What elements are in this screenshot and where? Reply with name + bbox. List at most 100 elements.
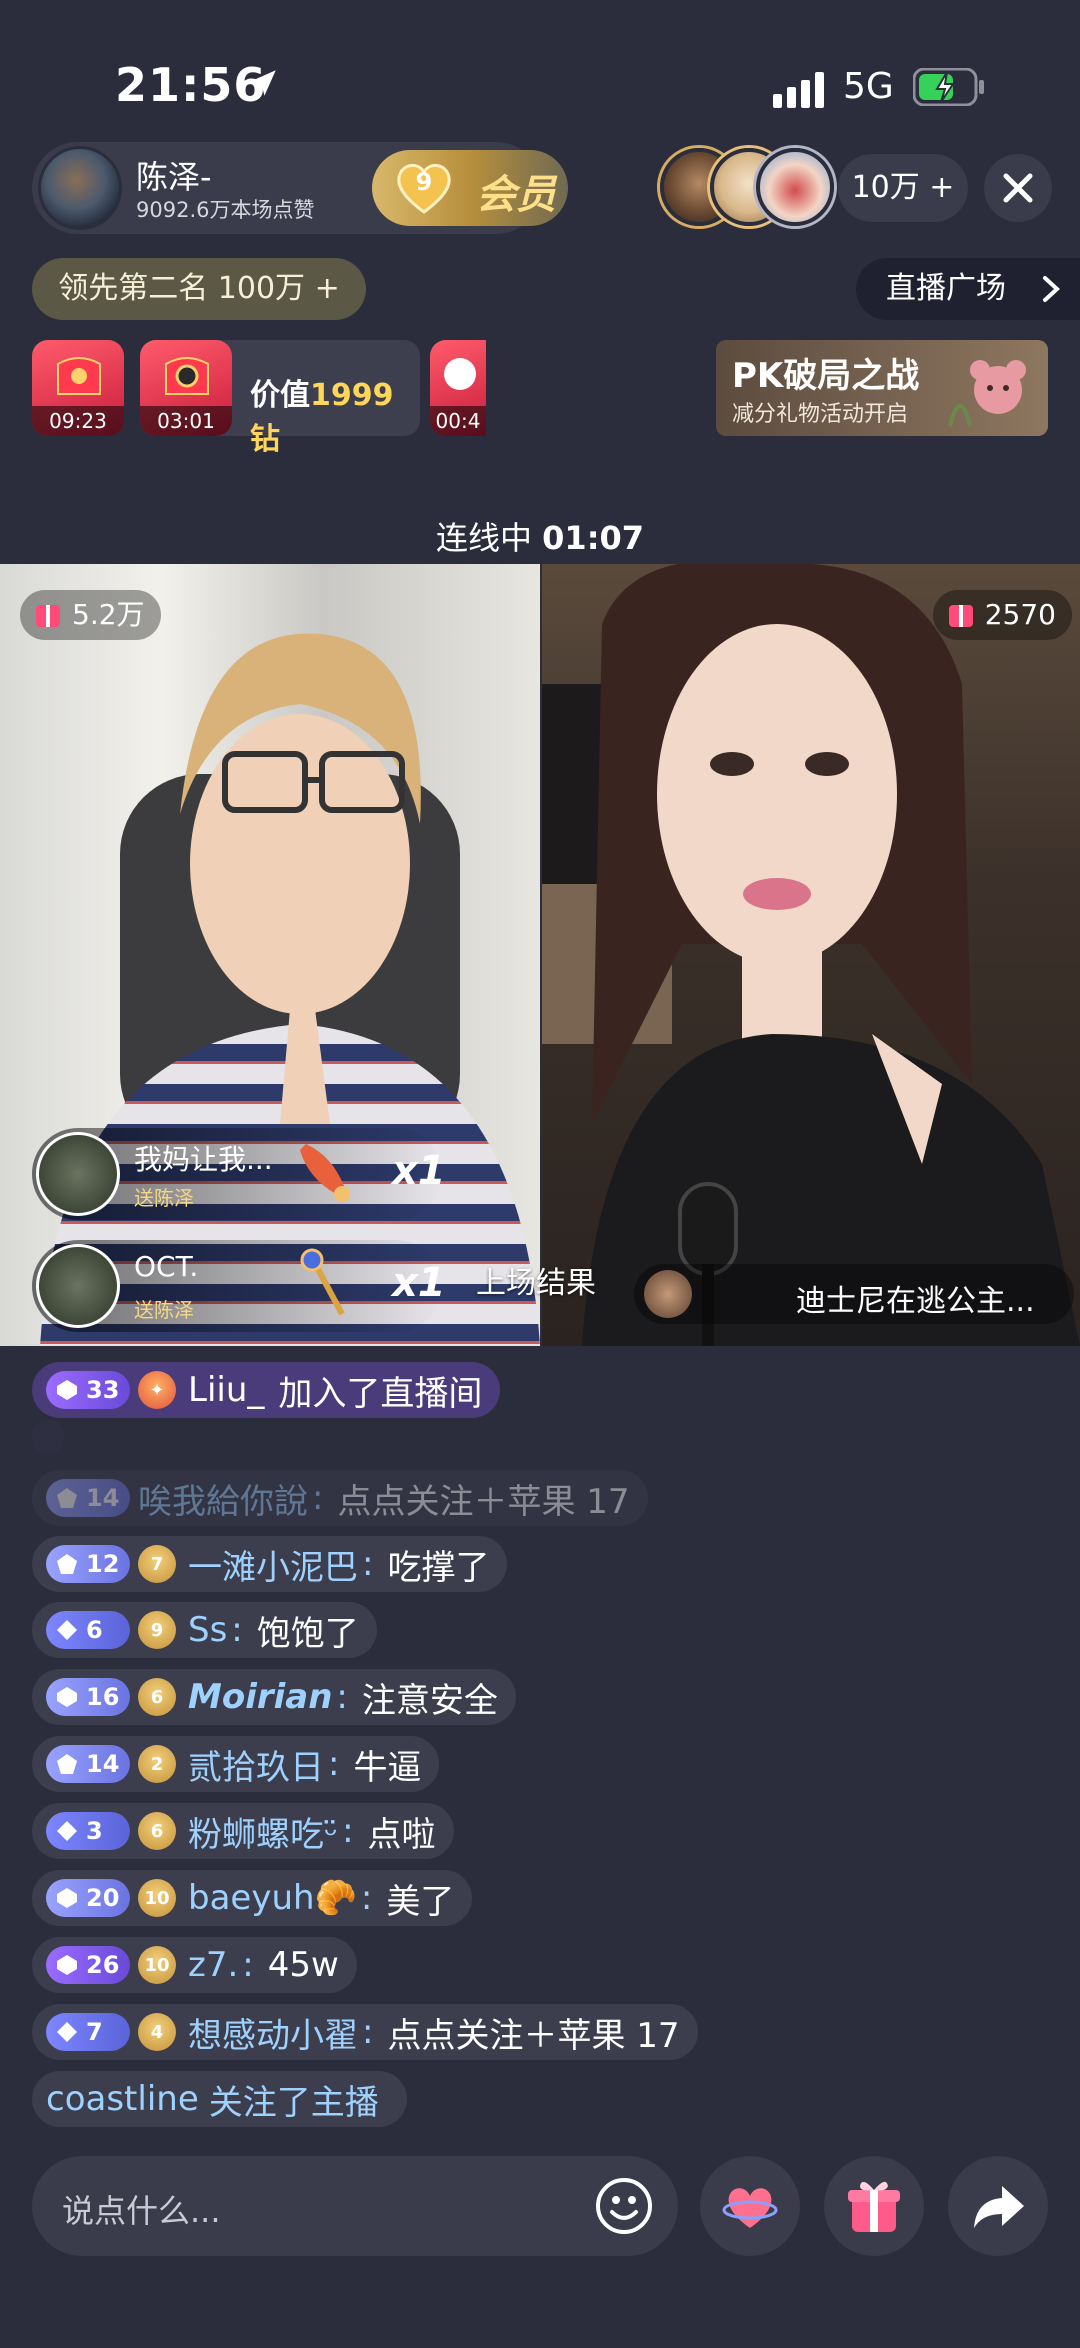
follow-notice: coastline 关注了主播: [32, 2071, 407, 2127]
link-time: 01:07: [542, 519, 645, 557]
right-user-avatar: [644, 1270, 692, 1318]
like-button[interactable]: [700, 2156, 800, 2256]
gift-sender-avatar: [36, 1244, 120, 1328]
red-packet-card[interactable]: 09:23: [32, 340, 124, 436]
level-gem-icon: [57, 1380, 77, 1400]
user-level-badge: 6: [46, 1611, 130, 1649]
chat-message[interactable]: 26 10 z7.: 45w: [32, 1937, 357, 1993]
right-stream-scene: [542, 564, 1080, 1346]
host-info-pill[interactable]: 陈泽- 9092.6万本场点赞 9 会员: [32, 142, 568, 234]
left-popularity[interactable]: 5.2万: [20, 590, 161, 640]
viewer-avatar[interactable]: [756, 148, 834, 226]
chat-username[interactable]: Ss: [188, 1610, 227, 1650]
chat-username[interactable]: 一滩小泥巴: [188, 1540, 358, 1589]
fan-badge: 10: [138, 1946, 176, 1984]
right-popularity[interactable]: 2570: [932, 590, 1072, 640]
chat-message[interactable]: 7 4 想感动小翟: 点点关注＋苹果 17: [32, 2004, 698, 2060]
chat-message[interactable]: 14 唉我給你說: 点点关注＋苹果 17: [32, 1470, 648, 1526]
chat-text: 饱饱了: [256, 1613, 359, 1654]
gift-sender-name: 我妈让我...: [134, 1143, 273, 1176]
gift-notification[interactable]: OCT. 送陈泽 x1: [32, 1240, 446, 1332]
status-time: 21:56: [115, 58, 267, 112]
comment-input[interactable]: 说点什么...: [32, 2156, 678, 2256]
user-level-badge: 16: [46, 1678, 130, 1716]
chat-message[interactable]: 16 6 Moirian: 注意安全: [32, 1669, 516, 1725]
chat-username[interactable]: baeyuh🥐: [188, 1878, 357, 1918]
right-stream-video[interactable]: 2570: [542, 564, 1080, 1346]
user-level-badge: 7: [46, 2013, 130, 2051]
pk-banner-title: PK破局之战: [732, 356, 920, 396]
gift-count: x1: [392, 1148, 446, 1194]
host-avatar[interactable]: [38, 146, 122, 230]
chat-message[interactable]: 6 9 Ss: 饱饱了: [32, 1602, 377, 1658]
chat-message[interactable]: 12 7 一滩小泥巴: 吃撑了: [32, 1536, 508, 1592]
user-level-badge: 14: [46, 1479, 130, 1517]
level-gem-icon: [57, 2022, 77, 2042]
level-gem-icon: [57, 1687, 77, 1707]
chat-list[interactable]: 33 ✦ Liiu_ 加入了直播间 14 唉我給你說: 点点关注＋苹果 17 1…: [0, 1356, 1080, 2136]
pk-banner-subtitle: 减分礼物活动开启: [732, 402, 909, 427]
red-packet-timer[interactable]: 00:4: [430, 340, 486, 436]
bear-illustration-icon: [948, 360, 1026, 427]
fan-badge: 2: [138, 1745, 176, 1783]
chat-username[interactable]: 粉蛳螺吃ᵕ̈: [188, 1807, 338, 1856]
user-level-badge: 3: [46, 1812, 130, 1850]
gift-box-icon: [848, 2181, 900, 2232]
share-button[interactable]: [948, 2156, 1048, 2256]
gift-notification[interactable]: 我妈让我... 送陈泽 x1: [32, 1128, 446, 1220]
signal-icon: [773, 72, 824, 108]
chat-message[interactable]: 3 6 粉蛳螺吃ᵕ̈: 点啦: [32, 1803, 454, 1859]
level-gem-icon: [57, 1620, 77, 1640]
rank-pill[interactable]: 领先第二名 100万 +: [32, 258, 366, 320]
red-envelope-icon: [444, 358, 476, 390]
chat-username[interactable]: 贰拾玖日: [188, 1740, 324, 1789]
right-stream-user[interactable]: 迪士尼在逃公主...: [634, 1264, 1074, 1324]
chat-text: 美了: [386, 1881, 455, 1922]
chat-username[interactable]: 想感动小翟: [188, 2008, 358, 2057]
share-arrow-icon: [974, 2186, 1024, 2228]
comment-placeholder: 说点什么...: [62, 2192, 221, 2230]
left-popularity-value: 5.2万: [72, 598, 145, 631]
emoji-icon[interactable]: [594, 2176, 654, 2236]
pk-event-banner[interactable]: PK破局之战 减分礼物活动开启: [716, 340, 1048, 436]
user-level-badge: 20: [46, 1879, 130, 1917]
gift-target: 送陈泽: [134, 1186, 194, 1210]
gift-target: 送陈泽: [134, 1298, 194, 1322]
gift-icon: [36, 605, 60, 627]
red-packet-timer[interactable]: 03:01 价值1999钻: [140, 340, 420, 457]
chat-message[interactable]: 20 10 baeyuh🥐: 美了: [32, 1870, 473, 1926]
chat-text: 牛逼: [353, 1747, 422, 1788]
red-envelope-icon: [57, 357, 101, 395]
link-label: 连线中: [435, 519, 532, 557]
timer-text: 09:23: [32, 406, 124, 436]
gift-sender-name: OCT.: [134, 1250, 199, 1283]
chat-message[interactable]: 14 2 贰拾玖日: 牛逼: [32, 1736, 440, 1792]
status-bar: 21:56 5G: [0, 0, 1080, 140]
chat-username[interactable]: Moirian: [188, 1677, 332, 1717]
red-envelope-icon: [165, 357, 209, 395]
gift-sender-avatar: [36, 1132, 120, 1216]
chat-username[interactable]: Liiu_: [188, 1370, 264, 1410]
fan-badge: 4: [138, 2013, 176, 2051]
viewer-count[interactable]: 10万 +: [838, 154, 968, 222]
chat-text: 45w: [267, 1945, 339, 1985]
follow-text: 关注了主播: [208, 2082, 379, 2123]
gift-count: x1: [392, 1260, 446, 1306]
timer-text: 03:01: [140, 406, 232, 436]
follow-username[interactable]: coastline: [46, 2079, 199, 2119]
live-plaza-button[interactable]: 直播广场: [856, 258, 1080, 320]
member-button[interactable]: 9 会员: [372, 150, 568, 226]
top-viewers[interactable]: [660, 148, 834, 228]
previous-result-label[interactable]: 上场结果: [476, 1258, 596, 1302]
close-button[interactable]: [984, 154, 1052, 222]
chat-username[interactable]: 唉我給你說: [138, 1474, 308, 1523]
red-packet-card[interactable]: 03:01: [140, 340, 232, 436]
chat-text: 加入了直播间: [278, 1373, 483, 1414]
gift-button[interactable]: [824, 2156, 924, 2256]
timer-text: 00:4: [430, 406, 486, 436]
left-stream-video[interactable]: 5.2万 我妈让我... 送陈泽 x1 OCT. 送陈泽 x1: [0, 564, 540, 1346]
chat-username[interactable]: z7.: [188, 1945, 238, 1985]
level-gem-icon: [57, 1488, 77, 1508]
right-popularity-value: 2570: [984, 598, 1056, 631]
link-status-bar: 连线中 01:07: [0, 512, 1080, 564]
